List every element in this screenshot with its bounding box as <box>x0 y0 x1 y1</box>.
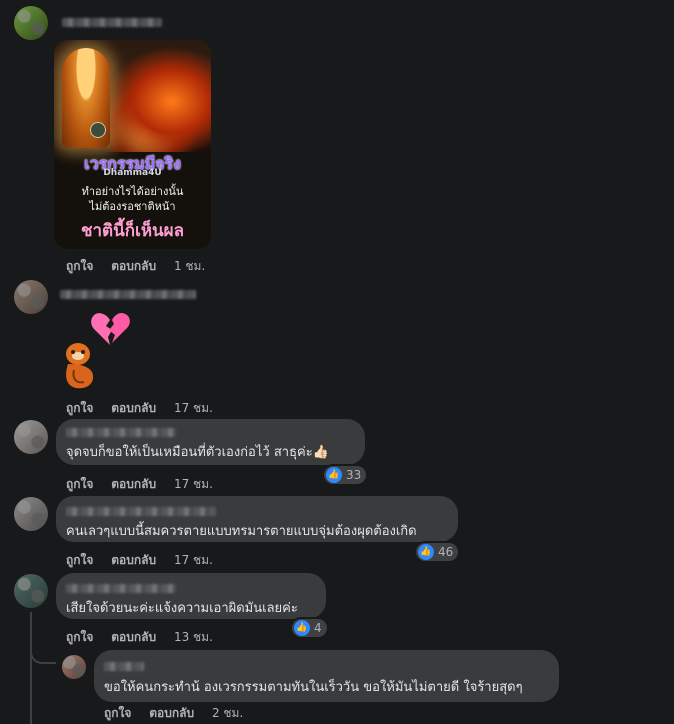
timestamp[interactable]: 17 ชม. <box>174 553 213 567</box>
avatar[interactable] <box>62 655 86 679</box>
comment-actions: ถูกใจ ตอบกลับ 2 ชม. <box>104 704 257 723</box>
image-watermark: Dhamma4U <box>103 168 162 178</box>
thumbs-up-icon: 👍 <box>294 620 310 636</box>
timestamp[interactable]: 1 ชม. <box>174 259 205 273</box>
timestamp[interactable]: 2 ชม. <box>212 706 243 720</box>
like-link[interactable]: ถูกใจ <box>66 553 93 567</box>
comment-actions: ถูกใจ ตอบกลับ 17 ชม. <box>66 551 227 570</box>
timestamp[interactable]: 17 ชม. <box>174 477 213 491</box>
reply-link[interactable]: ตอบกลับ <box>111 401 156 415</box>
reply-link[interactable]: ตอบกลับ <box>111 553 156 567</box>
commenter-name[interactable] <box>66 507 216 516</box>
image-scene <box>54 40 211 152</box>
like-link[interactable]: ถูกใจ <box>66 477 93 491</box>
comment-text: ขอให้คนกระทำน้ องเวรกรรมตามทันในเร็ววัน … <box>104 680 523 695</box>
reply-link[interactable]: ตอบกลับ <box>111 630 156 644</box>
comment-text: คนเลวๆแบบนี้สมควรตายแบบทรมารตายแบบจุ่มต้… <box>66 524 417 539</box>
reaction-count[interactable]: 👍 46 <box>416 543 459 561</box>
avatar[interactable] <box>14 6 48 40</box>
commenter-name[interactable] <box>104 662 144 671</box>
comment-actions: ถูกใจ ตอบกลับ 1 ชม. <box>66 257 219 276</box>
image-line3: ไม่ต้องรอชาติหน้า <box>89 200 176 213</box>
avatar[interactable] <box>14 574 48 608</box>
reaction-number: 33 <box>346 468 362 482</box>
reply-link[interactable]: ตอบกลับ <box>111 259 156 273</box>
timestamp[interactable]: 17 ชม. <box>174 401 213 415</box>
reaction-count[interactable]: 👍 4 <box>292 619 327 637</box>
reaction-number: 46 <box>438 545 454 559</box>
reply-connector <box>30 648 56 664</box>
commenter-name[interactable] <box>66 584 176 593</box>
reaction-count[interactable]: 👍 33 <box>324 466 367 484</box>
avatar[interactable] <box>14 497 48 531</box>
thumbs-up-icon: 👍 <box>326 467 342 483</box>
comment-image[interactable]: เวรกรรมมีจริง Dhamma4U ทำอย่างไรได้อย่าง… <box>54 40 211 249</box>
commenter-name[interactable] <box>66 428 176 437</box>
thumbs-up-icon: 👍 <box>418 544 434 560</box>
like-link[interactable]: ถูกใจ <box>66 630 93 644</box>
comment-actions: ถูกใจ ตอบกลับ 17 ชม. <box>66 399 227 418</box>
seal-logo <box>90 122 106 138</box>
like-link[interactable]: ถูกใจ <box>104 706 131 720</box>
reply-link[interactable]: ตอบกลับ <box>149 706 194 720</box>
comment-actions: ถูกใจ ตอบกลับ 17 ชม. <box>66 475 227 494</box>
thread-line <box>30 612 32 724</box>
avatar[interactable] <box>14 280 48 314</box>
like-link[interactable]: ถูกใจ <box>66 259 93 273</box>
comment-text: เสียใจด้วยนะค่ะแจ้งความเอาผิดมันเลยค่ะ <box>66 601 298 616</box>
commenter-name[interactable] <box>60 290 196 299</box>
comment-actions: ถูกใจ ตอบกลับ 13 ชม. <box>66 628 227 647</box>
comment-text: จุดจบก็ขอให้เป็นเหมือนที่ตัวเองก่อไว้ สา… <box>66 445 329 460</box>
reaction-number: 4 <box>314 621 322 635</box>
cat-sticker <box>66 343 94 389</box>
commenter-name[interactable] <box>62 18 162 27</box>
image-line4: ชาตินี้ก็เห็นผล <box>80 221 185 241</box>
timestamp[interactable]: 13 ชม. <box>174 630 213 644</box>
reply-link[interactable]: ตอบกลับ <box>111 477 156 491</box>
like-link[interactable]: ถูกใจ <box>66 401 93 415</box>
avatar[interactable] <box>14 420 48 454</box>
